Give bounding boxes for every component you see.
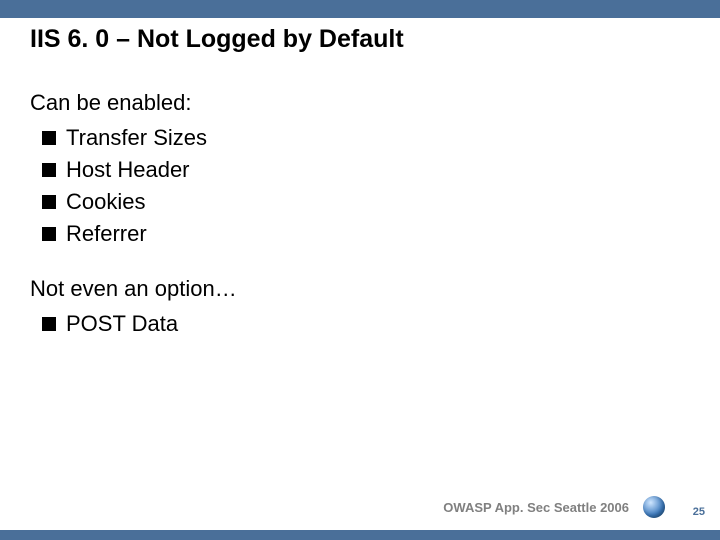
page-number: 25: [693, 506, 705, 518]
footer: OWASP App. Sec Seattle 2006: [443, 496, 665, 518]
bullet-square-icon: [42, 131, 56, 145]
slide-body: Can be enabled: Transfer Sizes Host Head…: [30, 90, 670, 339]
section1-heading: Can be enabled:: [30, 90, 670, 116]
bullet-square-icon: [42, 195, 56, 209]
slide-title: IIS 6. 0 – Not Logged by Default: [30, 25, 404, 54]
list-item: Host Header: [42, 154, 670, 186]
list-item: Transfer Sizes: [42, 122, 670, 154]
list-item: Referrer: [42, 218, 670, 250]
globe-icon: [643, 496, 665, 518]
top-accent-bar: [0, 0, 720, 18]
bullet-square-icon: [42, 227, 56, 241]
list-item: Cookies: [42, 186, 670, 218]
bullet-text: POST Data: [66, 308, 178, 340]
bottom-accent-bar: [0, 530, 720, 540]
footer-text: OWASP App. Sec Seattle 2006: [443, 500, 629, 515]
bullet-square-icon: [42, 317, 56, 331]
slide: IIS 6. 0 – Not Logged by Default Can be …: [0, 0, 720, 540]
section1-bullets: Transfer Sizes Host Header Cookies Refer…: [42, 122, 670, 250]
list-item: POST Data: [42, 308, 670, 340]
bullet-text: Host Header: [66, 154, 190, 186]
bullet-text: Referrer: [66, 218, 147, 250]
section2-bullets: POST Data: [42, 308, 670, 340]
section2-heading: Not even an option…: [30, 276, 670, 302]
bullet-text: Cookies: [66, 186, 145, 218]
bullet-text: Transfer Sizes: [66, 122, 207, 154]
bullet-square-icon: [42, 163, 56, 177]
